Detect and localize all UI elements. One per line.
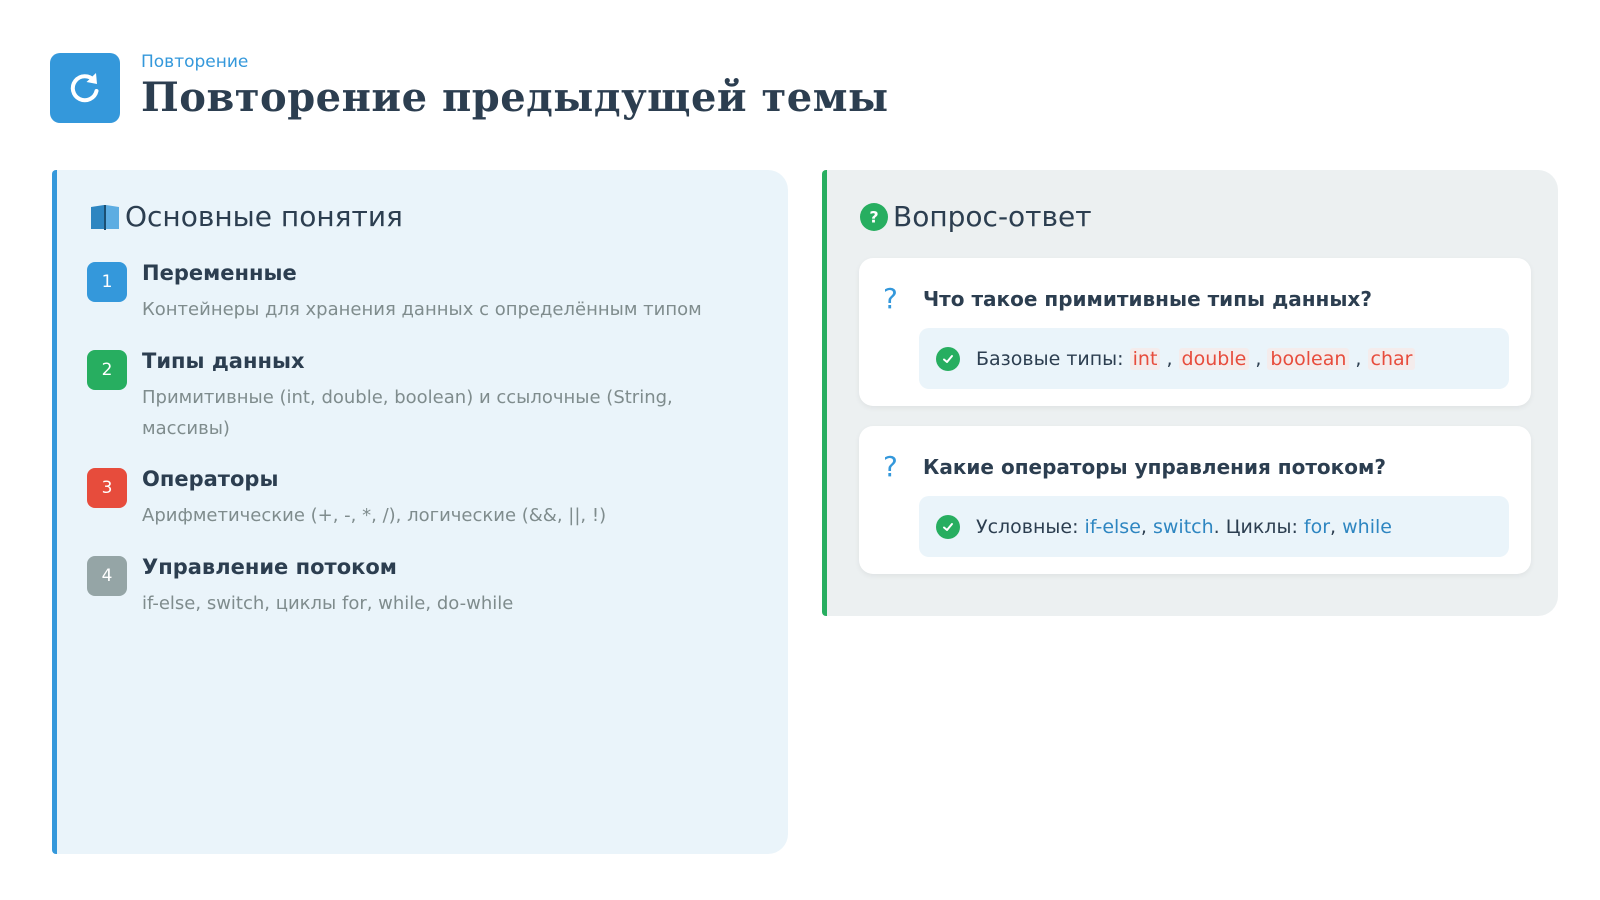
code-double: double bbox=[1178, 347, 1250, 370]
code-boolean: boolean bbox=[1267, 347, 1350, 370]
keyword-if-else: if-else bbox=[1084, 515, 1141, 538]
concepts-title: Основные понятия bbox=[89, 200, 403, 233]
number-badge: 3 bbox=[87, 468, 127, 508]
answer-box: Базовые типы: int , double , boolean , c… bbox=[919, 328, 1509, 389]
qa-title-label: Вопрос-ответ bbox=[893, 200, 1092, 233]
refresh-icon bbox=[50, 52, 120, 123]
concept-description: Контейнеры для хранения данных с определ… bbox=[142, 299, 702, 320]
concept-item-variables: 1 Переменные Контейнеры для хранения дан… bbox=[87, 260, 702, 325]
concept-title: Операторы bbox=[142, 467, 279, 491]
keyword-while: while bbox=[1342, 515, 1392, 538]
code-int: int bbox=[1129, 347, 1161, 370]
concept-item-data-types: 2 Типы данных Примитивные (int, double, … bbox=[87, 348, 702, 444]
answer-text: Условные: if-else, switch. Циклы: for, w… bbox=[976, 516, 1392, 538]
question-mark-icon: ? bbox=[883, 282, 898, 315]
concept-description: if-else, switch, циклы for, while, do-wh… bbox=[142, 593, 514, 614]
separator: , bbox=[1330, 515, 1343, 538]
question-circle-icon: ? bbox=[859, 202, 889, 232]
number-badge: 4 bbox=[87, 556, 127, 596]
question-text: Какие операторы управления потоком? bbox=[923, 454, 1386, 479]
svg-text:?: ? bbox=[869, 207, 878, 226]
concept-description: Примитивные (int, double, boolean) и ссы… bbox=[142, 387, 673, 439]
book-icon bbox=[89, 202, 121, 232]
keyword-for: for bbox=[1303, 515, 1331, 538]
separator: , bbox=[1249, 347, 1268, 370]
code-char: char bbox=[1367, 347, 1416, 370]
concept-title: Управление потоком bbox=[142, 555, 397, 579]
page-kicker: Повторение bbox=[141, 52, 249, 72]
question-mark-icon: ? bbox=[883, 450, 898, 483]
answer-cond-label: Условные: bbox=[976, 515, 1085, 538]
answer-loops-label: . Циклы: bbox=[1213, 515, 1304, 538]
check-icon bbox=[936, 346, 960, 371]
number-badge: 2 bbox=[87, 350, 127, 390]
check-icon bbox=[936, 514, 960, 539]
page-header: Повторение Повторение предыдущей темы bbox=[50, 52, 889, 123]
answer-box: Условные: if-else, switch. Циклы: for, w… bbox=[919, 496, 1509, 557]
separator: , bbox=[1349, 347, 1368, 370]
keyword-switch: switch bbox=[1152, 515, 1214, 538]
concept-description: Арифметические (+, -, *, /), логические … bbox=[142, 505, 607, 526]
concept-item-operators: 3 Операторы Арифметические (+, -, *, /),… bbox=[87, 466, 702, 531]
question-text: Что такое примитивные типы данных? bbox=[923, 286, 1372, 311]
page-title: Повторение предыдущей темы bbox=[141, 74, 889, 121]
qa-card: ? Что такое примитивные типы данных? Баз… bbox=[859, 258, 1531, 406]
qa-panel: ? Вопрос-ответ ? Что такое примитивные т… bbox=[822, 170, 1558, 616]
concept-title: Типы данных bbox=[142, 349, 305, 373]
concepts-title-label: Основные понятия bbox=[125, 200, 403, 233]
separator: , bbox=[1160, 347, 1179, 370]
concept-item-flow-control: 4 Управление потоком if-else, switch, ци… bbox=[87, 554, 702, 619]
answer-text: Базовые типы: int , double , boolean , c… bbox=[976, 347, 1416, 370]
concepts-panel: Основные понятия 1 Переменные Контейнеры… bbox=[52, 170, 788, 854]
concept-title: Переменные bbox=[142, 261, 297, 285]
qa-title: ? Вопрос-ответ bbox=[859, 200, 1092, 233]
separator: , bbox=[1140, 515, 1153, 538]
answer-prefix: Базовые типы: bbox=[976, 347, 1130, 370]
qa-card: ? Какие операторы управления потоком? Ус… bbox=[859, 426, 1531, 574]
number-badge: 1 bbox=[87, 262, 127, 302]
